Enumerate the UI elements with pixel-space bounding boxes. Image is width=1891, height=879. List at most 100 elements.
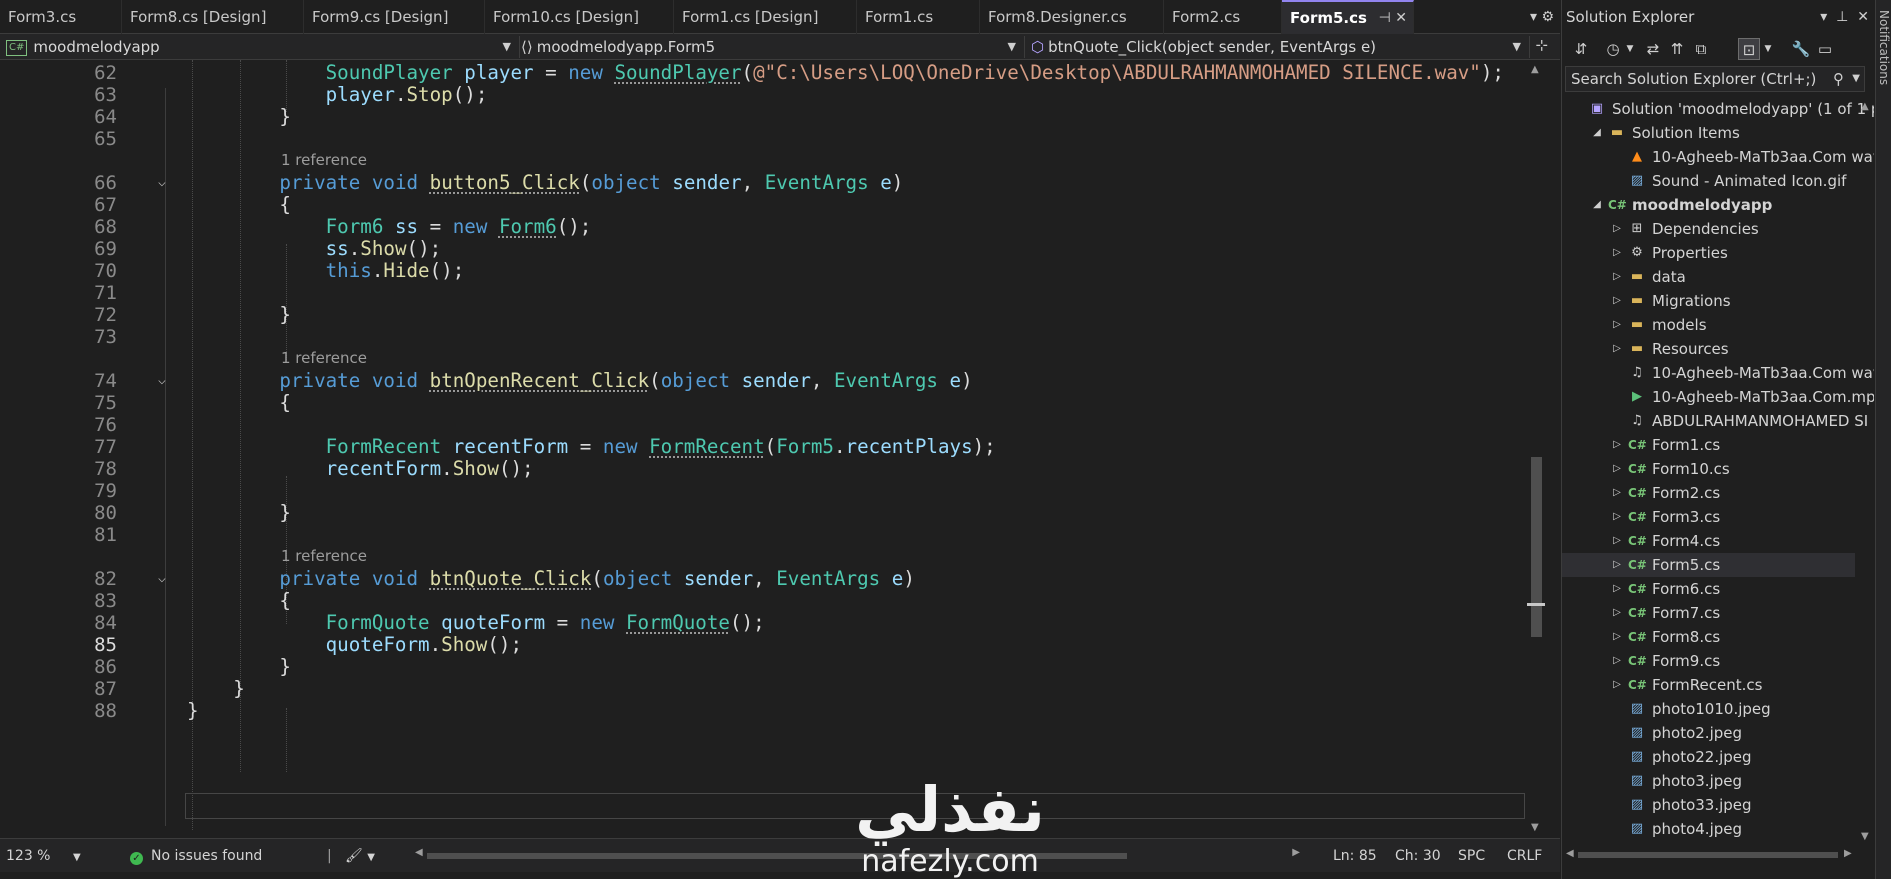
expanded-arrow-icon[interactable]: ◢	[1590, 121, 1604, 145]
chevron-down-icon[interactable]: ▼	[1762, 38, 1774, 60]
collapsed-arrow-icon[interactable]: ▷	[1610, 217, 1624, 241]
column-indicator[interactable]: Ch: 30	[1395, 839, 1441, 873]
tree-item[interactable]: ▷ C# Form1.cs	[1562, 433, 1855, 457]
chevron-down-icon[interactable]: ▼	[1624, 38, 1636, 60]
collapsed-arrow-icon[interactable]: ▷	[1610, 529, 1624, 553]
sync-icon[interactable]: ⇄	[1642, 38, 1664, 60]
close-icon[interactable]: ✕	[1395, 10, 1407, 26]
tree-horizontal-scrollbar[interactable]: ◀ ▶	[1562, 848, 1855, 862]
tree-item[interactable]: ▷ ⊞ Dependencies	[1562, 217, 1855, 241]
collapsed-arrow-icon[interactable]: ▷	[1610, 241, 1624, 265]
chevron-down-icon[interactable]: ▾	[1820, 9, 1827, 25]
tree-item[interactable]: ◢ C# moodmelodyapp	[1562, 193, 1855, 217]
collapsed-arrow-icon[interactable]: ▷	[1610, 481, 1624, 505]
collapsed-arrow-icon[interactable]: ▷	[1610, 289, 1624, 313]
tree-item[interactable]: ▷ C# Form3.cs	[1562, 505, 1855, 529]
gear-icon[interactable]: ⚙	[1541, 9, 1554, 25]
solution-search-input[interactable]: Search Solution Explorer (Ctrl+;) ⚲ ▼	[1565, 66, 1865, 92]
scroll-right-icon[interactable]: ▶	[1844, 848, 1852, 859]
tab-form8-designer-cs[interactable]: Form8.Designer.cs	[980, 0, 1164, 34]
scroll-up-icon[interactable]: ▲	[1861, 101, 1869, 112]
tree-item[interactable]: ▷ ▬ models	[1562, 313, 1855, 337]
expanded-arrow-icon[interactable]: ◢	[1590, 193, 1604, 217]
tree-item[interactable]: ▷ C# Form10.cs	[1562, 457, 1855, 481]
pin-icon[interactable]: ⊥	[1836, 9, 1848, 25]
project-dropdown[interactable]: C# moodmelodyapp ▼	[0, 36, 520, 58]
tree-item[interactable]: ♫ 10-Agheeb-MaTb3aa.Com wav	[1562, 361, 1874, 385]
collapsed-arrow-icon[interactable]: ▷	[1610, 457, 1624, 481]
tree-item[interactable]: ▨ photo2.jpeg	[1562, 721, 1855, 745]
code-editor[interactable]: 62 SoundPlayer player = new SoundPlayer(…	[0, 60, 1560, 838]
collapsed-arrow-icon[interactable]: ▷	[1610, 505, 1624, 529]
collapsed-arrow-icon[interactable]: ▷	[1610, 313, 1624, 337]
tab-form3-cs[interactable]: Form3.cs	[0, 0, 122, 34]
tab-form10-cs-design[interactable]: Form10.cs [Design]	[485, 0, 674, 34]
close-icon[interactable]: ✕	[1857, 9, 1869, 25]
collapsed-arrow-icon[interactable]: ▷	[1610, 433, 1624, 457]
tree-item[interactable]: ▣ Solution 'moodmelodyapp' (1 of 1 pr	[1562, 97, 1874, 121]
tree-item[interactable]: ▷ C# Form9.cs	[1562, 649, 1855, 673]
tree-item[interactable]: ▷ ▬ Resources	[1562, 337, 1855, 361]
code-lens-references[interactable]: 1 reference	[281, 546, 367, 566]
code-lens-references[interactable]: 1 reference	[281, 150, 367, 170]
collapsed-arrow-icon[interactable]: ▷	[1610, 265, 1624, 289]
tab-list-dropdown-icon[interactable]: ▾	[1530, 9, 1541, 25]
collapsed-arrow-icon[interactable]: ▷	[1610, 553, 1624, 577]
tab-form8-cs-design[interactable]: Form8.cs [Design]	[122, 0, 304, 34]
tab-form5-cs[interactable]: Form5.cs ⊣ ✕	[1282, 0, 1414, 34]
tree-item[interactable]: ▨ photo33.jpeg	[1562, 793, 1855, 817]
collapsed-arrow-icon[interactable]: ▷	[1610, 649, 1624, 673]
tab-form1-cs[interactable]: Form1.cs	[857, 0, 980, 34]
collapsed-arrow-icon[interactable]: ▷	[1610, 337, 1624, 361]
collapsed-arrow-icon[interactable]: ▷	[1610, 625, 1624, 649]
member-dropdown[interactable]: ⬡ btnQuote_Click(object sender, EventArgs…	[1025, 36, 1530, 58]
tree-item[interactable]: ♫ ABDULRAHMANMOHAMED SI	[1562, 409, 1868, 433]
pin-icon[interactable]: ⊣	[1379, 10, 1396, 26]
tree-item[interactable]: ▷ C# Form2.cs	[1562, 481, 1855, 505]
tree-vertical-scrollbar[interactable]: ▲ ▼	[1856, 97, 1874, 845]
tree-item[interactable]: ▷ C# Form4.cs	[1562, 529, 1855, 553]
collapsed-arrow-icon[interactable]: ▷	[1610, 673, 1624, 697]
horizontal-scroll-thumb[interactable]	[1578, 852, 1838, 858]
tab-form9-cs-design[interactable]: Form9.cs [Design]	[304, 0, 485, 34]
tree-item[interactable]: ▷ C# Form7.cs	[1562, 601, 1855, 625]
minus-icon[interactable]: ▭	[1814, 38, 1836, 60]
tree-item[interactable]: ▨ photo4.jpeg	[1562, 817, 1855, 841]
tree-item[interactable]: ▷ ▬ data	[1562, 265, 1855, 289]
split-editor-icon[interactable]: ⊹	[1535, 36, 1548, 54]
tree-item[interactable]: ▨ photo3.jpeg	[1562, 769, 1855, 793]
whitespace-mode[interactable]: SPC	[1458, 839, 1485, 873]
line-indicator[interactable]: Ln: 85	[1333, 839, 1377, 873]
collapsed-arrow-icon[interactable]: ▷	[1610, 601, 1624, 625]
chevron-down-icon[interactable]: ▼	[1852, 67, 1860, 91]
tree-item[interactable]: ◢ ▬ Solution Items	[1562, 121, 1855, 145]
tree-item[interactable]: ▷ C# FormRecent.cs	[1562, 673, 1855, 697]
notifications-strip[interactable]: Notifications	[1875, 0, 1891, 879]
switch-views-icon[interactable]: ⇵	[1570, 38, 1592, 60]
tree-item[interactable]: ▨ Sound - Animated Icon.gif	[1562, 169, 1855, 193]
code-cleanup-button[interactable]: 🖌 ▼	[345, 839, 375, 875]
zoom-dropdown[interactable]: 123 % ▼	[6, 839, 81, 875]
code-lens-references[interactable]: 1 reference	[281, 348, 367, 368]
scroll-left-icon[interactable]: ◀	[1566, 848, 1574, 859]
pending-changes-icon[interactable]: ◷	[1602, 38, 1624, 60]
tree-item[interactable]: ▷ ⚙ Properties	[1562, 241, 1855, 265]
code-line[interactable]: 88}	[0, 698, 1520, 724]
search-icon[interactable]: ⚲	[1833, 67, 1844, 91]
line-ending[interactable]: CRLF	[1507, 839, 1542, 873]
tab-form2-cs[interactable]: Form2.cs	[1164, 0, 1282, 34]
tree-item[interactable]: ▷ C# Form5.cs	[1562, 553, 1855, 577]
tree-item[interactable]: ▶ 10-Agheeb-MaTb3aa.Com.mp	[1562, 385, 1874, 409]
collapse-all-icon[interactable]: ⇈	[1666, 38, 1688, 60]
scroll-right-icon[interactable]: ▶	[1292, 847, 1300, 858]
scroll-thumb[interactable]	[1531, 457, 1542, 637]
code-line[interactable]: 65	[0, 126, 1520, 152]
tree-item[interactable]: ▷ C# Form6.cs	[1562, 577, 1855, 601]
show-all-files-icon[interactable]: ⧉	[1690, 38, 1712, 60]
preview-selected-icon[interactable]: ⊡	[1738, 38, 1760, 60]
issues-indicator[interactable]: ✓ No issues found	[130, 839, 262, 873]
tab-form1-cs-design[interactable]: Form1.cs [Design]	[674, 0, 857, 34]
class-dropdown[interactable]: ⟨⟩ moodmelodyapp.Form5 ▼	[515, 36, 1025, 58]
scroll-down-icon[interactable]: ▼	[1531, 822, 1539, 833]
tree-item[interactable]: ▷ C# Form8.cs	[1562, 625, 1855, 649]
